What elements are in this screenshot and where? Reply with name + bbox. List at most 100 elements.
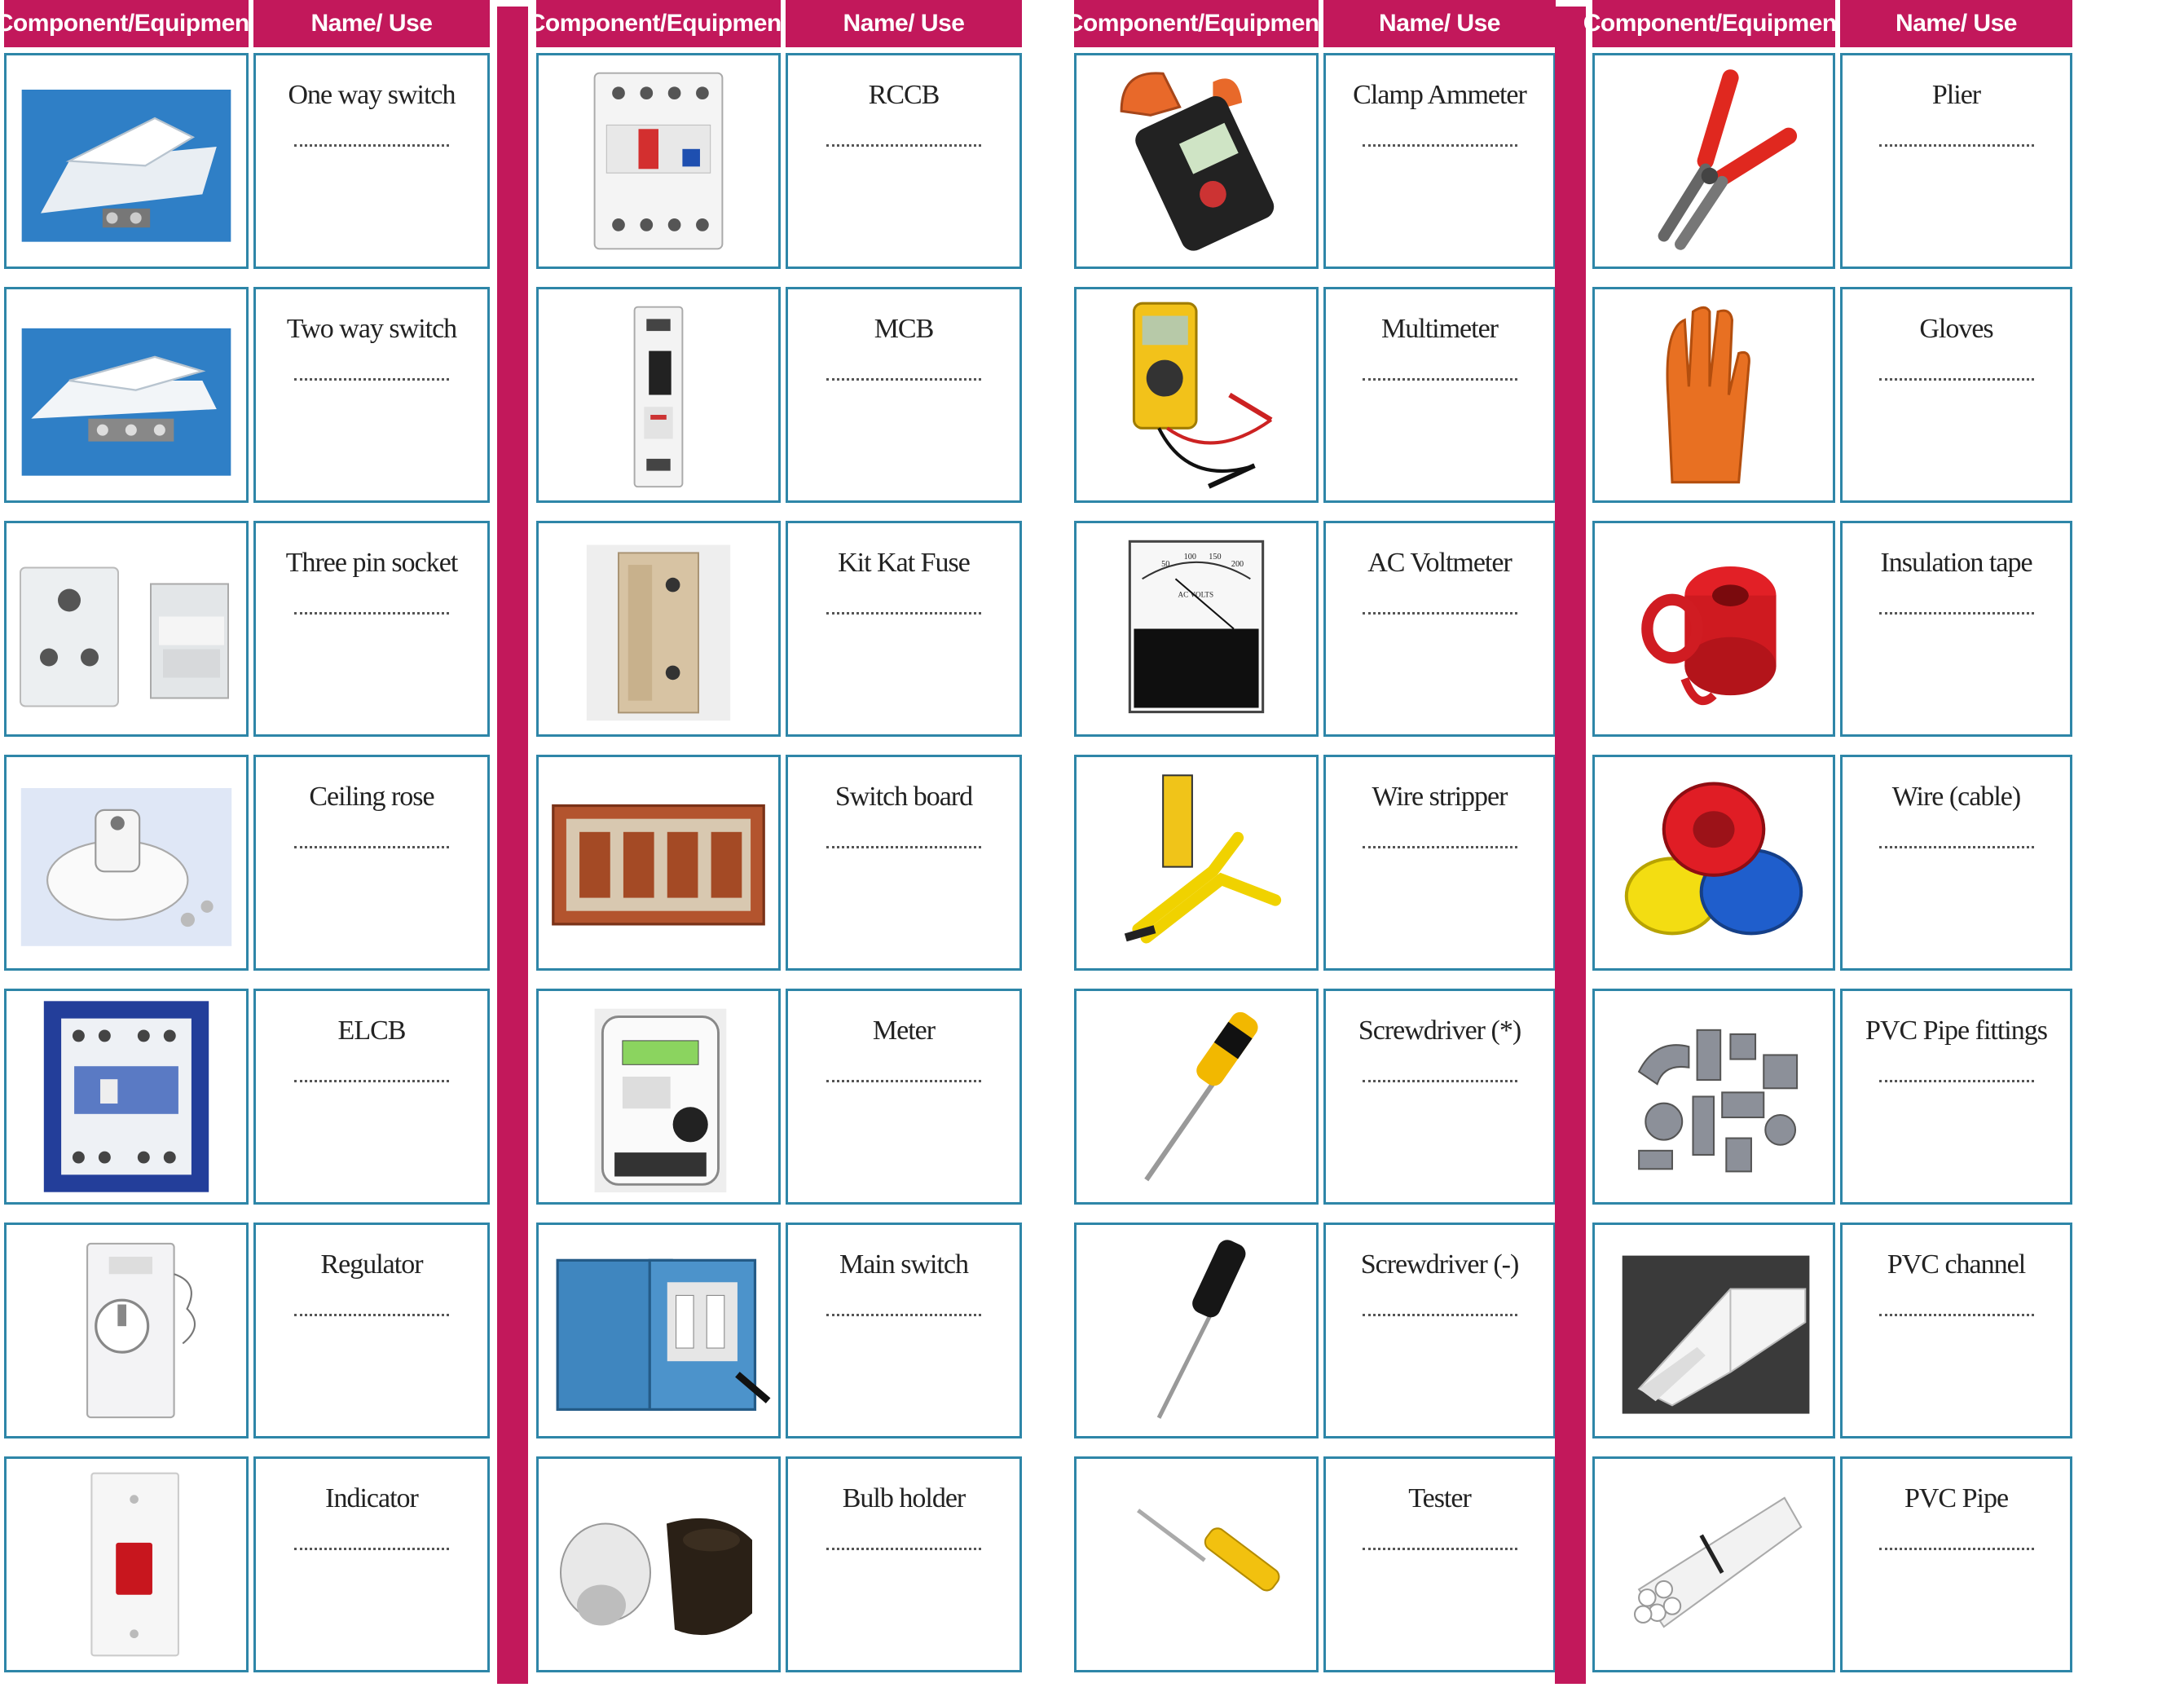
ceiling-rose-icon bbox=[20, 787, 232, 946]
voltmeter-unit: AC VOLTS bbox=[1178, 591, 1214, 599]
component-name-cell: Clamp Ammeter bbox=[1323, 53, 1556, 269]
component-name: ELCB bbox=[337, 1016, 407, 1046]
component-name-cell: Wire stripper bbox=[1323, 755, 1556, 971]
indicator-icon bbox=[90, 1472, 179, 1657]
component-name: MCB bbox=[874, 314, 935, 344]
component-name: One way switch bbox=[288, 80, 456, 110]
component-image-cell bbox=[536, 1223, 781, 1438]
answer-blank-line[interactable] bbox=[294, 1079, 449, 1082]
answer-blank-line[interactable] bbox=[826, 1079, 981, 1082]
component-name-cell: PVC Pipe bbox=[1840, 1456, 2072, 1672]
component-name-cell: Regulator bbox=[253, 1223, 490, 1438]
answer-blank-line[interactable] bbox=[294, 611, 449, 615]
component-image-cell bbox=[536, 1456, 781, 1672]
gloves-icon bbox=[1666, 306, 1750, 484]
answer-blank-line[interactable] bbox=[294, 1547, 449, 1550]
answer-blank-line[interactable] bbox=[1362, 143, 1517, 147]
component-image-cell bbox=[4, 1223, 249, 1438]
answer-blank-line[interactable] bbox=[826, 845, 981, 848]
screwdriver-star-icon bbox=[1144, 1011, 1258, 1182]
component-image-cell bbox=[1592, 521, 1835, 737]
component-name: Ceiling rose bbox=[309, 782, 434, 812]
component-name-cell: Tester bbox=[1323, 1456, 1556, 1672]
wire-stripper-icon bbox=[1124, 774, 1282, 944]
component-name: Screwdriver (-) bbox=[1360, 1249, 1520, 1280]
column-header-component: Component/Equipment bbox=[0, 0, 258, 47]
component-image-cell bbox=[1074, 287, 1319, 503]
component-image-cell bbox=[1074, 755, 1319, 971]
component-image-cell bbox=[4, 1456, 249, 1672]
component-name: PVC Pipe bbox=[1904, 1483, 2009, 1513]
column-header-component: Component/Equipment bbox=[1066, 0, 1328, 47]
column-header-name: Name/ Use bbox=[1323, 0, 1556, 47]
component-name-cell: Kit Kat Fuse bbox=[786, 521, 1022, 737]
column-header-component: Component/Equipment bbox=[528, 0, 790, 47]
component-image-cell bbox=[1592, 1456, 1835, 1672]
component-name: AC Voltmeter bbox=[1367, 548, 1513, 578]
column-header-name: Name/ Use bbox=[253, 0, 490, 47]
screwdriver-flat-icon bbox=[1156, 1240, 1246, 1419]
answer-blank-line[interactable] bbox=[294, 377, 449, 381]
component-image-cell bbox=[536, 521, 781, 737]
answer-blank-line[interactable] bbox=[1878, 845, 2034, 848]
answer-blank-line[interactable] bbox=[1362, 1079, 1517, 1082]
component-name-cell: PVC channel bbox=[1840, 1223, 2072, 1438]
component-image-cell bbox=[536, 989, 781, 1205]
voltmeter-tick: 150 bbox=[1209, 553, 1221, 562]
component-name-cell: Indicator bbox=[253, 1456, 490, 1672]
column-divider bbox=[1555, 7, 1586, 1684]
multimeter-icon bbox=[1132, 302, 1273, 489]
answer-blank-line[interactable] bbox=[1878, 377, 2034, 381]
answer-blank-line[interactable] bbox=[826, 377, 981, 381]
component-name: Tester bbox=[1408, 1483, 1472, 1513]
answer-blank-line[interactable] bbox=[1362, 377, 1517, 381]
component-name: Gloves bbox=[1919, 314, 1993, 344]
component-image-cell bbox=[4, 521, 249, 737]
answer-blank-line[interactable] bbox=[1878, 1313, 2034, 1316]
answer-blank-line[interactable] bbox=[294, 143, 449, 147]
answer-blank-line[interactable] bbox=[294, 845, 449, 848]
answer-blank-line[interactable] bbox=[826, 143, 981, 147]
kit-kat-fuse-icon bbox=[586, 544, 731, 721]
component-image-cell: 50 100 150 200 AC VOLTS bbox=[1074, 521, 1319, 737]
voltmeter-tick: 50 bbox=[1161, 560, 1169, 569]
answer-blank-line[interactable] bbox=[826, 611, 981, 615]
answer-blank-line[interactable] bbox=[1878, 1079, 2034, 1082]
component-name-cell: RCCB bbox=[786, 53, 1022, 269]
main-switch-icon bbox=[556, 1258, 771, 1412]
component-name-cell: Screwdriver (*) bbox=[1323, 989, 1556, 1205]
component-name: RCCB bbox=[868, 80, 940, 110]
component-name: Two way switch bbox=[286, 314, 457, 344]
answer-blank-line[interactable] bbox=[1362, 1313, 1517, 1316]
answer-blank-line[interactable] bbox=[294, 1313, 449, 1316]
component-image-cell bbox=[536, 53, 781, 269]
component-name: Insulation tape bbox=[1880, 548, 2032, 578]
plier-icon bbox=[1658, 69, 1798, 250]
three-pin-socket-icon bbox=[20, 566, 229, 707]
component-image-cell bbox=[1074, 53, 1319, 269]
switch-board-icon bbox=[552, 804, 765, 926]
answer-blank-line[interactable] bbox=[1362, 1547, 1517, 1550]
pvc-channel-icon bbox=[1622, 1255, 1810, 1414]
meter-icon bbox=[594, 1008, 727, 1193]
answer-blank-line[interactable] bbox=[1878, 1547, 2034, 1550]
answer-blank-line[interactable] bbox=[1878, 611, 2034, 615]
component-name: Three pin socket bbox=[285, 548, 459, 578]
answer-blank-line[interactable] bbox=[1362, 611, 1517, 615]
component-name: Bulb holder bbox=[842, 1483, 966, 1513]
column-divider bbox=[497, 7, 528, 1684]
component-name-cell: Multimeter bbox=[1323, 287, 1556, 503]
component-name-cell: PVC Pipe fittings bbox=[1840, 989, 2072, 1205]
answer-blank-line[interactable] bbox=[1878, 143, 2034, 147]
elcb-icon bbox=[43, 1001, 209, 1192]
component-name: Indicator bbox=[325, 1483, 419, 1513]
answer-blank-line[interactable] bbox=[826, 1313, 981, 1316]
component-image-cell bbox=[4, 53, 249, 269]
component-image-cell bbox=[536, 287, 781, 503]
answer-blank-line[interactable] bbox=[826, 1547, 981, 1550]
answer-blank-line[interactable] bbox=[1362, 845, 1517, 848]
component-name-cell: Two way switch bbox=[253, 287, 490, 503]
component-name-cell: Ceiling rose bbox=[253, 755, 490, 971]
component-name: Kit Kat Fuse bbox=[838, 548, 971, 578]
component-name-cell: Main switch bbox=[786, 1223, 1022, 1438]
